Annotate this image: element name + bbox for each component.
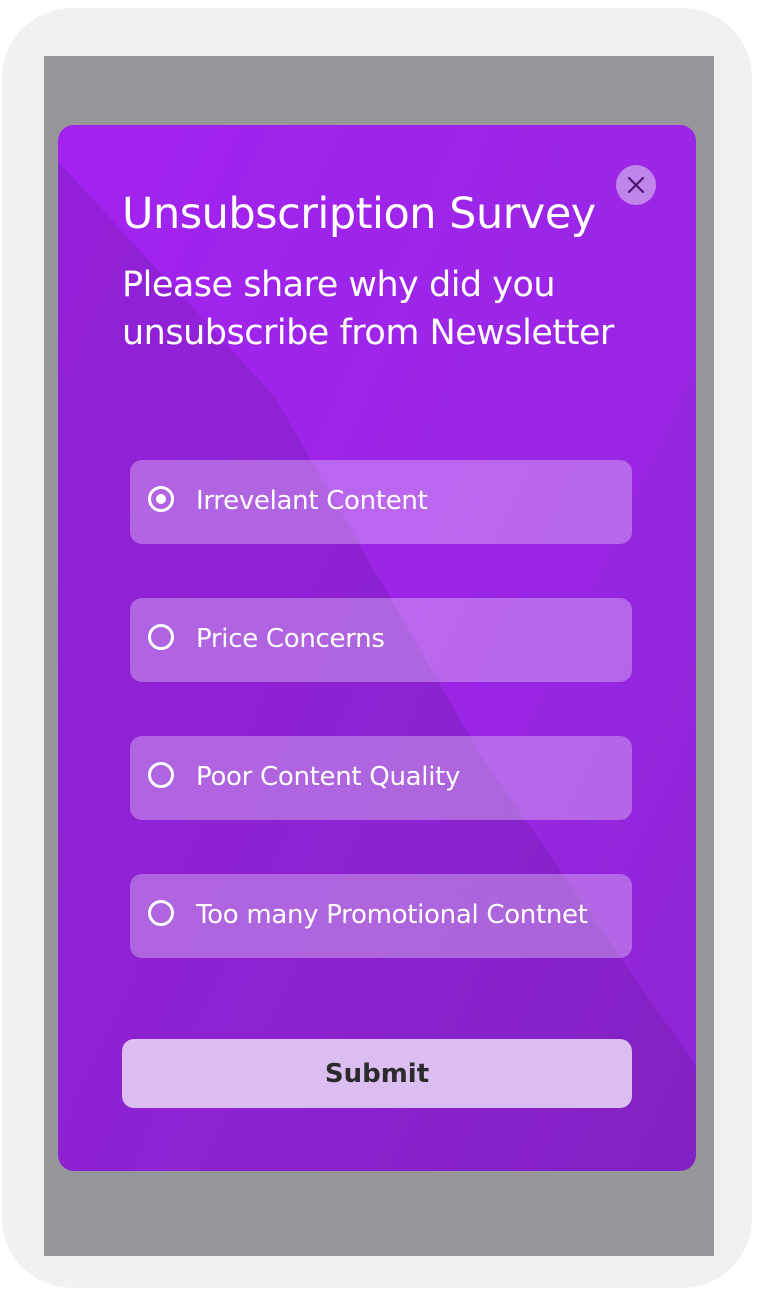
- option-too-many-promotional[interactable]: Too many Promotional Contnet: [130, 874, 632, 958]
- option-irrelevant-content[interactable]: Irrevelant Content: [130, 460, 632, 544]
- close-icon: [627, 176, 645, 194]
- radio-checked-icon[interactable]: [148, 486, 174, 512]
- radio-unchecked-icon[interactable]: [148, 900, 174, 926]
- option-label: Irrevelant Content: [196, 486, 428, 516]
- option-label: Too many Promotional Contnet: [196, 900, 588, 930]
- options-list: Irrevelant Content Price Concerns Poor C…: [130, 460, 632, 1012]
- survey-subtitle: Please share why did you unsubscribe fro…: [122, 265, 614, 353]
- survey-title: Unsubscription Survey: [122, 189, 596, 239]
- option-price-concerns[interactable]: Price Concerns: [130, 598, 632, 682]
- submit-button[interactable]: Submit: [122, 1039, 632, 1108]
- radio-unchecked-icon[interactable]: [148, 762, 174, 788]
- option-label: Poor Content Quality: [196, 762, 461, 792]
- option-poor-content-quality[interactable]: Poor Content Quality: [130, 736, 632, 820]
- survey-modal: Unsubscription Survey Please share why d…: [58, 125, 696, 1171]
- close-button[interactable]: [616, 165, 656, 205]
- radio-unchecked-icon[interactable]: [148, 624, 174, 650]
- option-label: Price Concerns: [196, 624, 385, 654]
